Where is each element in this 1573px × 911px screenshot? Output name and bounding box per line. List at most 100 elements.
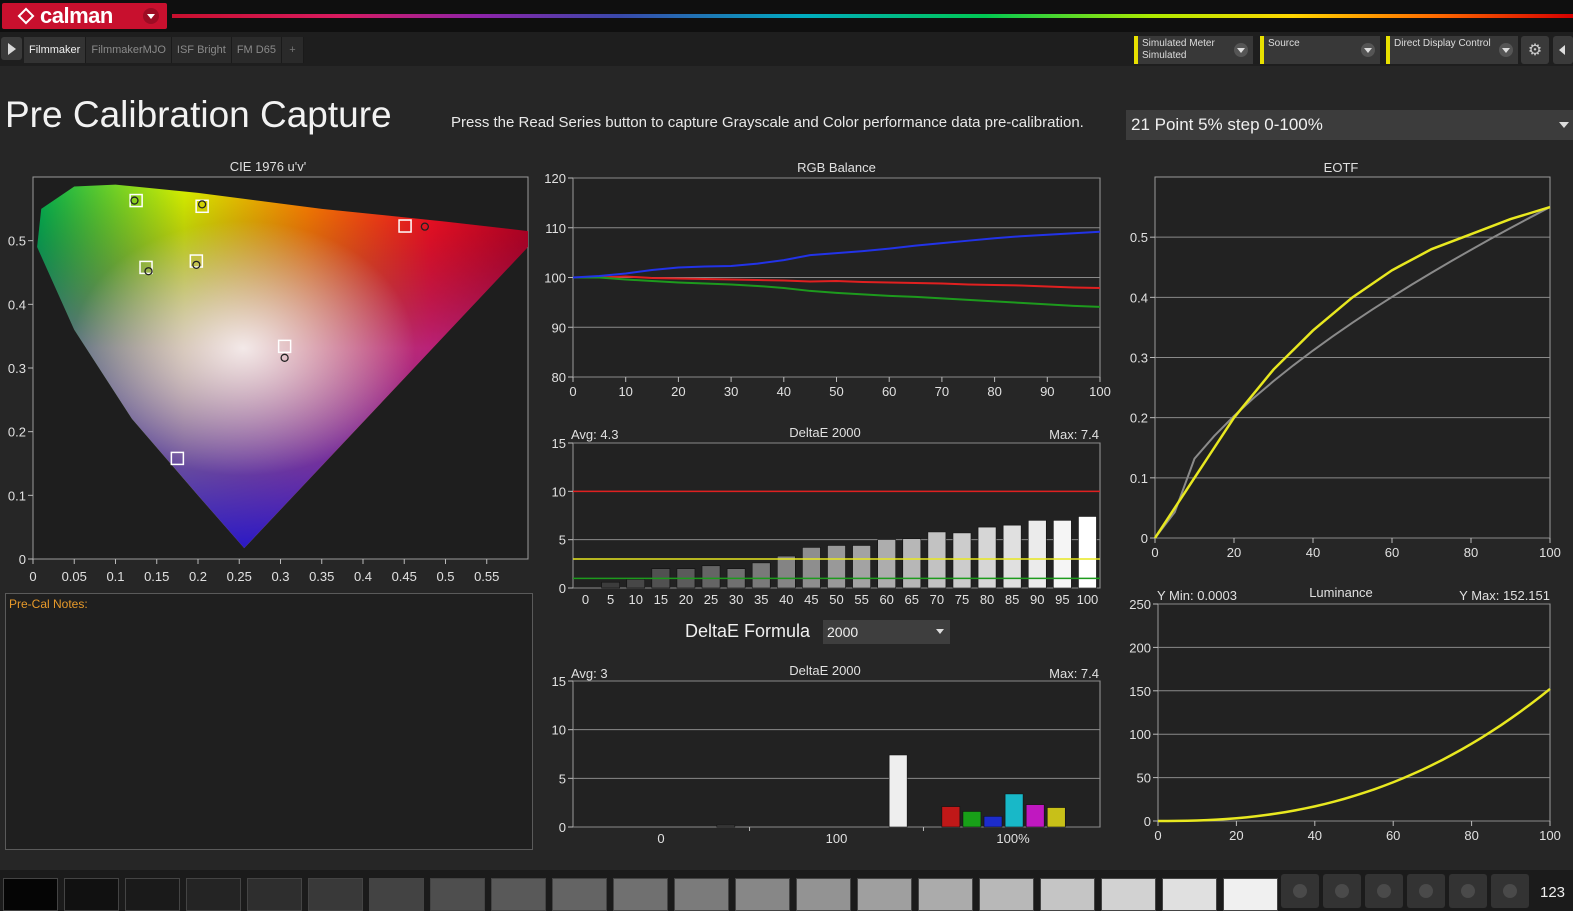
y-tick-label: 0.1 [1130,471,1148,486]
grayscale-deltae-chart: 0 5 10 15 DeltaE 2000 Avg: 4.3 Max: 7.4 0 5 10 15 2… [552,425,1101,607]
tab-isf-bright[interactable]: ISF Bright [171,37,232,63]
x-tick-label: 0 [1154,828,1161,843]
x-tick-label: 100 [1539,828,1561,843]
chevron-down-icon[interactable] [1361,43,1375,57]
y-tick-label: 0 [19,552,26,567]
deltae-bar [716,824,736,828]
y-tick-label: 10 [552,484,566,499]
patch-swatch[interactable] [64,878,119,911]
rgb-balance-chart: 80 90 100 110 120 0 10 20 30 40 50 60 70 80 90 100 RGB B… [544,160,1111,399]
play-icon[interactable] [1,37,22,60]
y-tick-label: 0.5 [8,234,26,249]
y-tick-label: 50 [1137,771,1151,786]
patch-swatch[interactable] [857,878,912,911]
source-selector[interactable]: Source [1260,36,1380,64]
rainbow-bar [172,14,1573,18]
patch-swatch[interactable] [1040,878,1095,911]
workflow-tabs: Filmmaker FilmmakerMJO ISF Bright FM D65… [24,37,304,63]
patch-swatch[interactable] [186,878,241,911]
patch-swatch[interactable] [430,878,485,911]
move-up-icon[interactable] [1281,874,1319,908]
refresh-icon[interactable] [1491,874,1529,908]
move-up-glyph [1293,884,1307,898]
x-tick-label: 80 [1464,828,1478,843]
calman-logo[interactable]: calman [2,3,167,29]
chart-title: RGB Balance [797,160,876,175]
x-tick-label: 60 [1385,545,1399,560]
chart-title: DeltaE 2000 [789,663,861,678]
patch-swatch[interactable] [491,878,546,911]
play-icon[interactable] [1365,874,1403,908]
x-tick-label: 30 [724,384,738,399]
x-tick-label: 70 [935,384,949,399]
deltae-bar [1004,793,1024,828]
tab-filmmaker[interactable]: Filmmaker [24,37,87,63]
deltae-bar [827,545,846,589]
color-deltae-chart: 0 5 10 15 DeltaE 2000 Avg: 3 Max: 7.4 0 100 100% [552,663,1101,846]
x-tick-label: 40 [777,384,791,399]
chart-title: Luminance [1309,585,1373,600]
deltae-bar [888,754,908,828]
y-tick-label: 0.2 [1130,411,1148,426]
patch-swatch[interactable] [247,878,302,911]
chevron-down-icon[interactable] [1499,43,1513,57]
deltae-bar [701,565,721,589]
patch-swatch[interactable] [125,878,180,911]
y-tick-label: 0.3 [1130,351,1148,366]
deltae-formula-select[interactable]: 2000 [823,620,950,644]
refresh-glyph [1503,884,1517,898]
patch-swatch[interactable] [369,878,424,911]
patch-swatch[interactable] [3,878,58,911]
patch-swatch[interactable] [735,878,790,911]
deltae-bar [983,815,1003,828]
pre-cal-notes[interactable]: Pre-Cal Notes: [5,593,533,850]
patch-swatch[interactable] [1101,878,1156,911]
chevron-down-icon[interactable] [1234,43,1248,57]
patch-swatch[interactable] [552,878,607,911]
tab-filmmakermjo[interactable]: FilmmakerMJO [86,37,172,63]
patch-swatch[interactable] [674,878,729,911]
y-tick-label: 5 [559,533,566,548]
x-tick-label: 25 [704,592,718,607]
notes-label: Pre-Cal Notes: [9,597,88,611]
y-tick-label: 0.4 [1130,290,1148,305]
display-control-name: Direct Display Control [1394,38,1491,49]
x-tick-label: 20 [671,384,685,399]
cie-chart: 0 0.1 0.2 0.3 0.4 0.5 0 0.05 0.1 0.15 0.2 0.25 0.3 0.… [8,159,529,584]
deltae-bar [941,806,961,828]
gear-icon[interactable]: ⚙ [1521,36,1549,64]
hold-icon[interactable] [1407,874,1445,908]
y-tick-label: 15 [552,436,566,451]
patch-swatch[interactable] [308,878,363,911]
patch-swatch[interactable] [1162,878,1217,911]
y-tick-label: 0.2 [8,425,26,440]
app-menu-chevron-icon[interactable] [143,8,159,24]
x-tick-label: 0.55 [474,569,499,584]
loop-icon[interactable] [1449,874,1487,908]
add-tab-button[interactable]: + [281,37,304,63]
tab-fm-d65[interactable]: FM D65 [231,37,282,63]
deltae-bar [852,545,871,589]
y-tick-label: 0.3 [8,361,26,376]
meter-selector[interactable]: Simulated Meter Simulated [1134,36,1253,64]
series-select[interactable]: 21 Point 5% step 0-100% [1126,110,1573,140]
patch-swatch[interactable] [613,878,668,911]
display-control-selector[interactable]: Direct Display Control [1386,36,1518,64]
patch-swatch[interactable] [918,878,973,911]
patch-swatch[interactable] [796,878,851,911]
patch-swatch[interactable] [1223,878,1278,911]
play-glyph [1377,884,1391,898]
avg-label: Avg: 4.3 [571,427,618,442]
meter-status: Simulated [1142,50,1187,61]
patch-swatch[interactable] [979,878,1034,911]
collapse-panel-icon[interactable] [1553,36,1573,64]
stop-icon[interactable] [1323,874,1361,908]
chart-title: CIE 1976 u'v' [230,159,307,174]
x-tick-label: 50 [829,592,843,607]
deltae-bar [902,538,922,589]
x-tick-label: 0.35 [309,569,334,584]
x-tick-label: 5 [607,592,614,607]
x-tick-label: 70 [930,592,944,607]
x-tick-label: 0.4 [354,569,372,584]
x-tick-label: 20 [1229,828,1243,843]
